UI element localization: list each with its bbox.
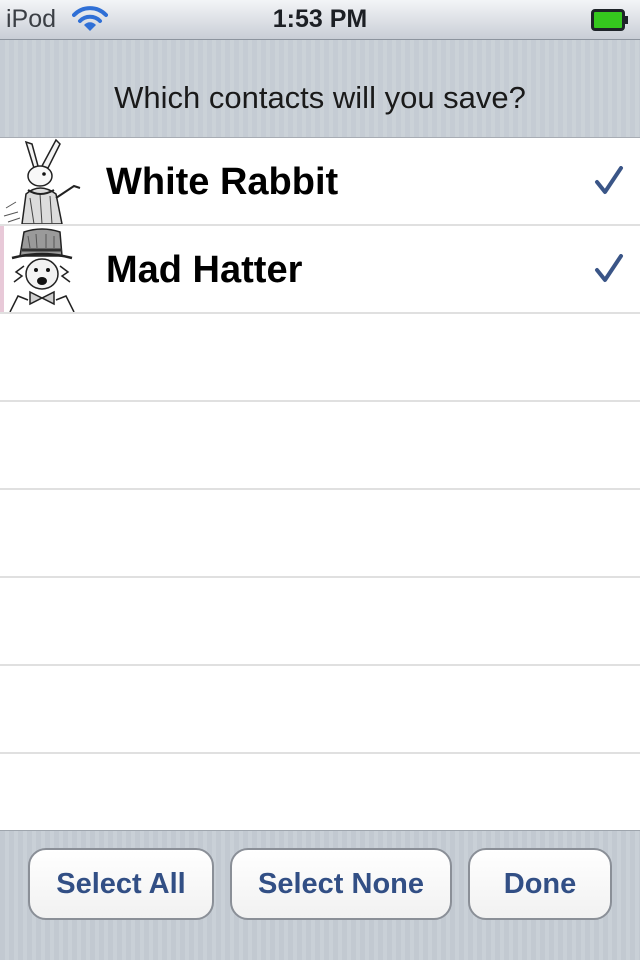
empty-row [0, 490, 640, 578]
battery-icon [591, 9, 628, 31]
status-time: 1:53 PM [272, 5, 368, 33]
contacts-table: White Rabbit Mad Hatter [0, 138, 640, 830]
select-none-button[interactable]: Select None [230, 848, 452, 920]
contact-row-white-rabbit[interactable]: White Rabbit [0, 138, 640, 226]
empty-row [0, 666, 640, 754]
checkmark-icon [595, 166, 623, 194]
bottom-toolbar: Select All Select None Done [0, 830, 640, 960]
page-title: Which contacts will you save? [114, 80, 526, 115]
empty-row [0, 402, 640, 490]
done-button[interactable]: Done [468, 848, 612, 920]
white-rabbit-thumbnail [0, 138, 86, 224]
checkmark-icon [595, 254, 623, 282]
contact-name: Mad Hatter [106, 249, 303, 291]
contact-name: White Rabbit [106, 161, 339, 203]
empty-row [0, 578, 640, 666]
contact-row-mad-hatter[interactable]: Mad Hatter [0, 226, 640, 314]
header-bar: Which contacts will you save? [0, 40, 640, 138]
mad-hatter-thumbnail [0, 226, 86, 312]
select-all-button[interactable]: Select All [28, 848, 214, 920]
status-bar: iPod 1:53 PM [0, 0, 640, 40]
empty-row [0, 314, 640, 402]
